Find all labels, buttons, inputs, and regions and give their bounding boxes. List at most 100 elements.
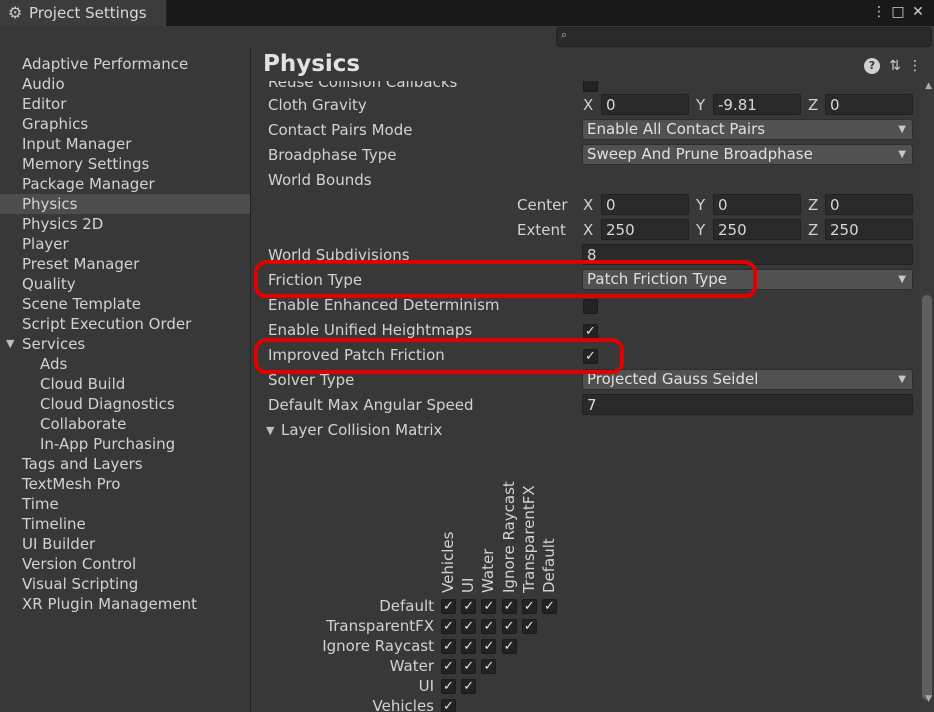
matrix-checkbox[interactable]: ✓ — [481, 639, 497, 654]
matrix-checkbox[interactable]: ✓ — [481, 659, 497, 674]
sidebar-item-label: Timeline — [22, 515, 86, 533]
matrix-checkbox[interactable]: ✓ — [521, 599, 537, 614]
sidebar-item-label: Graphics — [22, 115, 89, 133]
project-settings-tab[interactable]: ⚙ Project Settings — [0, 0, 167, 26]
sidebar-item-script-execution-order[interactable]: Script Execution Order — [0, 314, 250, 334]
sidebar-item-graphics[interactable]: Graphics — [0, 114, 250, 134]
matrix-checkbox[interactable]: ✓ — [481, 619, 497, 634]
sidebar-item-player[interactable]: Player — [0, 234, 250, 254]
matrix-checkbox[interactable]: ✓ — [501, 599, 517, 614]
sidebar-item-timeline[interactable]: Timeline — [0, 514, 250, 534]
matrix-checkbox[interactable]: ✓ — [461, 599, 477, 614]
matrix-checkbox[interactable]: ✓ — [501, 639, 517, 654]
sidebar-item-label: Package Manager — [22, 175, 155, 193]
matrix-checkbox[interactable]: ✓ — [501, 619, 517, 634]
matrix-checkbox[interactable]: ✓ — [542, 599, 557, 614]
sidebar-item-physics[interactable]: Physics — [0, 194, 250, 214]
sidebar-item-label: Editor — [22, 95, 67, 113]
sidebar-item-visual-scripting[interactable]: Visual Scripting — [0, 574, 250, 594]
sidebar-item-label: Version Control — [22, 555, 137, 573]
matrix-checkbox[interactable]: ✓ — [441, 599, 456, 614]
sidebar-item-label: Tags and Layers — [22, 455, 143, 473]
sidebar-item-in-app-purchasing[interactable]: In-App Purchasing — [0, 434, 250, 454]
sidebar-item-ads[interactable]: Ads — [0, 354, 250, 374]
matrix-checkbox[interactable]: ✓ — [441, 639, 456, 654]
sidebar-item-label: Cloud Build — [40, 375, 126, 393]
scrollbar-thumb[interactable] — [922, 295, 932, 700]
physics-settings-panel: Physics ? ⇅ ⋮ Reuse Collision Callbacks … — [251, 48, 934, 712]
sidebar-item-input-manager[interactable]: Input Manager — [0, 134, 250, 154]
sidebar-item-label: Services — [22, 335, 86, 353]
matrix-row-label: UI — [418, 677, 434, 695]
sidebar-item-quality[interactable]: Quality — [0, 274, 250, 294]
matrix-row-label: TransparentFX — [326, 617, 434, 635]
sidebar-item-label: UI Builder — [22, 535, 96, 553]
sidebar-item-editor[interactable]: Editor — [0, 94, 250, 114]
matrix-row-label: Default — [379, 597, 434, 615]
sidebar-item-textmesh-pro[interactable]: TextMesh Pro — [0, 474, 250, 494]
sidebar-item-physics-2d[interactable]: Physics 2D — [0, 214, 250, 234]
matrix-column-label: Water — [479, 548, 498, 593]
sidebar-item-label: XR Plugin Management — [22, 595, 197, 613]
sidebar-item-label: Player — [22, 235, 69, 253]
matrix-checkbox[interactable]: ✓ — [441, 679, 456, 694]
matrix-checkbox[interactable]: ✓ — [441, 699, 456, 712]
matrix-column-label: Default — [540, 538, 558, 593]
expand-arrow-icon[interactable]: ▼ — [6, 334, 14, 354]
sidebar-item-adaptive-performance[interactable]: Adaptive Performance — [0, 54, 250, 74]
matrix-checkbox[interactable]: ✓ — [461, 659, 477, 674]
sidebar-item-preset-manager[interactable]: Preset Manager — [0, 254, 250, 274]
sidebar-item-xr-plugin-management[interactable]: XR Plugin Management — [0, 594, 250, 614]
matrix-row-label: Ignore Raycast — [322, 637, 434, 655]
matrix-column-label: UI — [459, 577, 478, 593]
sidebar-item-package-manager[interactable]: Package Manager — [0, 174, 250, 194]
window-title: Project Settings — [29, 4, 147, 22]
sidebar-item-label: Time — [22, 495, 59, 513]
sidebar-item-scene-template[interactable]: Scene Template — [0, 294, 250, 314]
matrix-checkbox[interactable]: ✓ — [441, 619, 456, 634]
sidebar-item-tags-and-layers[interactable]: Tags and Layers — [0, 454, 250, 474]
sidebar-item-label: Visual Scripting — [22, 575, 139, 593]
sidebar-item-label: Audio — [22, 75, 65, 93]
sidebar-item-time[interactable]: Time — [0, 494, 250, 514]
sidebar-item-label: TextMesh Pro — [22, 475, 121, 493]
matrix-checkbox[interactable]: ✓ — [441, 659, 456, 674]
matrix-row-label: Vehicles — [372, 697, 434, 712]
matrix-checkbox[interactable]: ✓ — [521, 619, 537, 634]
sidebar-item-label: Quality — [22, 275, 76, 293]
sidebar-item-label: Physics — [22, 195, 78, 213]
matrix-checkbox[interactable]: ✓ — [461, 639, 477, 654]
sidebar-item-services[interactable]: ▼ Services — [0, 334, 250, 354]
sidebar-item-version-control[interactable]: Version Control — [0, 554, 250, 574]
layer-collision-matrix: Vehicles UI Water Ignore Raycast Transparent… — [251, 48, 934, 712]
settings-sidebar: Adaptive Performance Audio Editor Graphics I… — [0, 48, 251, 712]
sidebar-item-label: Cloud Diagnostics — [40, 395, 175, 413]
sidebar-item-cloud-build[interactable]: Cloud Build — [0, 374, 250, 394]
sidebar-item-memory-settings[interactable]: Memory Settings — [0, 154, 250, 174]
scroll-down-arrow-icon[interactable]: ▼ — [925, 694, 932, 704]
more-options-icon[interactable]: ⋮ — [870, 3, 888, 21]
sidebar-item-label: Preset Manager — [22, 255, 140, 273]
search-input[interactable]: ⌕ — [556, 27, 932, 47]
sidebar-item-collaborate[interactable]: Collaborate — [0, 414, 250, 434]
sidebar-item-cloud-diagnostics[interactable]: Cloud Diagnostics — [0, 394, 250, 414]
sidebar-item-label: Adaptive Performance — [22, 55, 189, 73]
close-button[interactable]: ✕ — [909, 3, 927, 21]
matrix-checkbox[interactable]: ✓ — [461, 619, 477, 634]
sidebar-item-label: Collaborate — [40, 415, 127, 433]
search-icon: ⌕ — [561, 28, 568, 41]
sidebar-item-label: Input Manager — [22, 135, 132, 153]
matrix-column-label: Vehicles — [439, 531, 457, 593]
sidebar-item-label: Physics 2D — [22, 215, 104, 233]
matrix-checkbox[interactable]: ✓ — [481, 599, 497, 614]
matrix-column-label: TransparentFX — [519, 485, 538, 593]
sidebar-item-label: Ads — [40, 355, 68, 373]
sidebar-item-audio[interactable]: Audio — [0, 74, 250, 94]
scroll-up-arrow-icon[interactable]: ▲ — [925, 81, 932, 91]
maximize-button[interactable]: □ — [889, 3, 907, 21]
sidebar-item-label: In-App Purchasing — [40, 435, 176, 453]
sidebar-item-label: Script Execution Order — [22, 315, 192, 333]
matrix-checkbox[interactable]: ✓ — [461, 679, 477, 694]
gear-icon: ⚙ — [8, 3, 23, 22]
sidebar-item-ui-builder[interactable]: UI Builder — [0, 534, 250, 554]
